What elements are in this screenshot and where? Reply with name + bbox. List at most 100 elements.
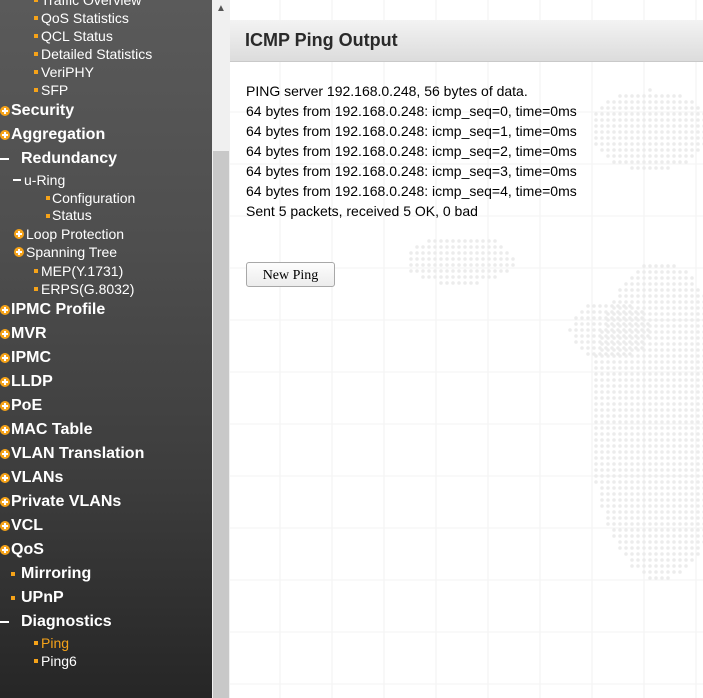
expand-icon[interactable]	[14, 228, 24, 239]
bullet-icon	[34, 70, 38, 74]
sidebar-item-label: Configuration	[52, 189, 136, 206]
sidebar-item-label: QoS	[11, 540, 44, 558]
output-line: 64 bytes from 192.168.0.248: icmp_seq=4,…	[246, 183, 577, 199]
sidebar-item-security[interactable]: Security	[0, 99, 212, 123]
sidebar-menu: Traffic Overview QoS Statistics QCL Status…	[0, 0, 212, 670]
sidebar-item-label: Redundancy	[21, 150, 118, 167]
bullet-icon	[11, 571, 15, 576]
sidebar-item-configuration[interactable]: Configuration	[0, 190, 212, 208]
navigation-sidebar: Traffic Overview QoS Statistics QCL Status…	[0, 0, 230, 698]
sidebar-item-status[interactable]: Status	[0, 207, 212, 225]
sidebar-item-vcl[interactable]: VCL	[0, 514, 212, 538]
new-ping-button[interactable]: New Ping	[246, 262, 335, 287]
sidebar-item-ping6[interactable]: Ping6	[0, 652, 212, 670]
sidebar-item-aggregation[interactable]: Aggregation	[0, 123, 212, 147]
sidebar-item-label: SFP	[41, 82, 69, 98]
bullet-icon	[34, 268, 38, 273]
sidebar-item-label: IPMC	[11, 348, 51, 366]
sidebar-item-label: Private VLANs	[11, 492, 122, 510]
output-line: 64 bytes from 192.168.0.248: icmp_seq=3,…	[246, 163, 577, 179]
sidebar-item-label: Security	[11, 102, 75, 119]
sidebar-item-redundancy[interactable]: Redundancy	[0, 147, 212, 171]
sidebar-item-lldp[interactable]: LLDP	[0, 370, 212, 394]
sidebar-item-poe[interactable]: PoE	[0, 394, 212, 418]
sidebar-item-label: VCL	[11, 516, 43, 534]
page-title: ICMP Ping Output	[245, 30, 398, 50]
bullet-icon	[11, 595, 15, 600]
bullet-icon	[34, 16, 38, 20]
main-content: ICMP Ping Output PING server 192.168.0.2…	[230, 0, 703, 698]
sidebar-item-ipmc[interactable]: IPMC	[0, 346, 212, 370]
output-line: 64 bytes from 192.168.0.248: icmp_seq=1,…	[246, 123, 577, 139]
bullet-icon	[34, 640, 38, 645]
expand-icon[interactable]	[0, 520, 10, 531]
sidebar-item-mep-y-1731[interactable]: MEP(Y.1731)	[0, 262, 212, 280]
sidebar-item-label: Spanning Tree	[26, 244, 118, 260]
sidebar-item-mac-table[interactable]: MAC Table	[0, 418, 212, 442]
output-line: 64 bytes from 192.168.0.248: icmp_seq=0,…	[246, 103, 577, 119]
sidebar-item-loop-protection[interactable]: Loop Protection	[0, 225, 212, 244]
output-line: PING server 192.168.0.248, 56 bytes of d…	[246, 83, 528, 99]
collapse-icon[interactable]	[13, 179, 21, 182]
sidebar-item-upnp[interactable]: UPnP	[0, 586, 212, 610]
sidebar-item-qos-statistics[interactable]: QoS Statistics	[0, 9, 212, 27]
bullet-icon	[34, 52, 38, 56]
sidebar-item-label: ERPS(G.8032)	[41, 280, 135, 297]
sidebar-scrollbar[interactable]: ▲	[212, 0, 230, 698]
sidebar-item-label: u-Ring	[24, 172, 66, 188]
sidebar-item-traffic-overview[interactable]: Traffic Overview	[0, 0, 212, 9]
sidebar-item-u-ring[interactable]: u-Ring	[0, 171, 212, 190]
expand-icon[interactable]	[0, 472, 10, 483]
sidebar-item-label: LLDP	[11, 372, 53, 390]
sidebar-item-detailed-statistics[interactable]: Detailed Statistics	[0, 45, 212, 63]
sidebar-item-spanning-tree[interactable]: Spanning Tree	[0, 243, 212, 262]
sidebar-item-label: QCL Status	[41, 28, 113, 44]
sidebar-item-label: Diagnostics	[21, 612, 112, 630]
sidebar-item-label: VLANs	[11, 468, 64, 486]
sidebar-item-label: MEP(Y.1731)	[41, 262, 124, 279]
expand-icon[interactable]	[0, 448, 10, 459]
sidebar-item-label: IPMC Profile	[11, 300, 106, 318]
expand-icon[interactable]	[0, 304, 10, 315]
sidebar-item-label: Traffic Overview	[41, 0, 142, 8]
expand-icon[interactable]	[0, 376, 10, 387]
sidebar-item-label: PoE	[11, 396, 43, 414]
ping-output: PING server 192.168.0.248, 56 bytes of d…	[246, 81, 577, 221]
sidebar-item-label: Mirroring	[21, 564, 92, 582]
sidebar-item-veriphy[interactable]: VeriPHY	[0, 63, 212, 81]
bullet-icon	[34, 658, 38, 663]
expand-icon[interactable]	[0, 352, 10, 363]
sidebar-item-ping[interactable]: Ping	[0, 634, 212, 652]
expand-icon[interactable]	[0, 544, 10, 555]
sidebar-item-mirroring[interactable]: Mirroring	[0, 562, 212, 586]
collapse-icon[interactable]	[0, 158, 9, 160]
sidebar-item-private-vlans[interactable]: Private VLANs	[0, 490, 212, 514]
bullet-icon	[34, 286, 38, 291]
expand-icon[interactable]	[0, 400, 10, 411]
expand-icon[interactable]	[0, 328, 10, 339]
expand-icon[interactable]	[0, 424, 10, 435]
sidebar-item-qcl-status[interactable]: QCL Status	[0, 27, 212, 45]
expand-icon[interactable]	[0, 130, 10, 140]
sidebar-item-label: VeriPHY	[41, 64, 94, 80]
sidebar-item-label: Detailed Statistics	[41, 46, 153, 62]
sidebar-item-label: Loop Protection	[26, 225, 125, 242]
bullet-icon	[34, 88, 38, 92]
sidebar-item-erps-g-8032[interactable]: ERPS(G.8032)	[0, 280, 212, 298]
bullet-icon	[46, 213, 50, 218]
expand-icon[interactable]	[0, 106, 10, 116]
sidebar-item-ipmc-profile[interactable]: IPMC Profile	[0, 298, 212, 322]
sidebar-item-sfp[interactable]: SFP	[0, 81, 212, 99]
expand-icon[interactable]	[14, 247, 24, 258]
sidebar-item-qos[interactable]: QoS	[0, 538, 212, 562]
sidebar-item-label: VLAN Translation	[11, 444, 145, 462]
sidebar-item-mvr[interactable]: MVR	[0, 322, 212, 346]
sidebar-item-vlan-translation[interactable]: VLAN Translation	[0, 442, 212, 466]
sidebar-item-vlans[interactable]: VLANs	[0, 466, 212, 490]
up-arrow-icon[interactable]: ▲	[212, 0, 230, 17]
sidebar-item-diagnostics[interactable]: Diagnostics	[0, 610, 212, 634]
expand-icon[interactable]	[0, 496, 10, 507]
scrollbar-thumb[interactable]	[213, 151, 229, 698]
output-line: 64 bytes from 192.168.0.248: icmp_seq=2,…	[246, 143, 577, 159]
collapse-icon[interactable]	[0, 620, 9, 623]
